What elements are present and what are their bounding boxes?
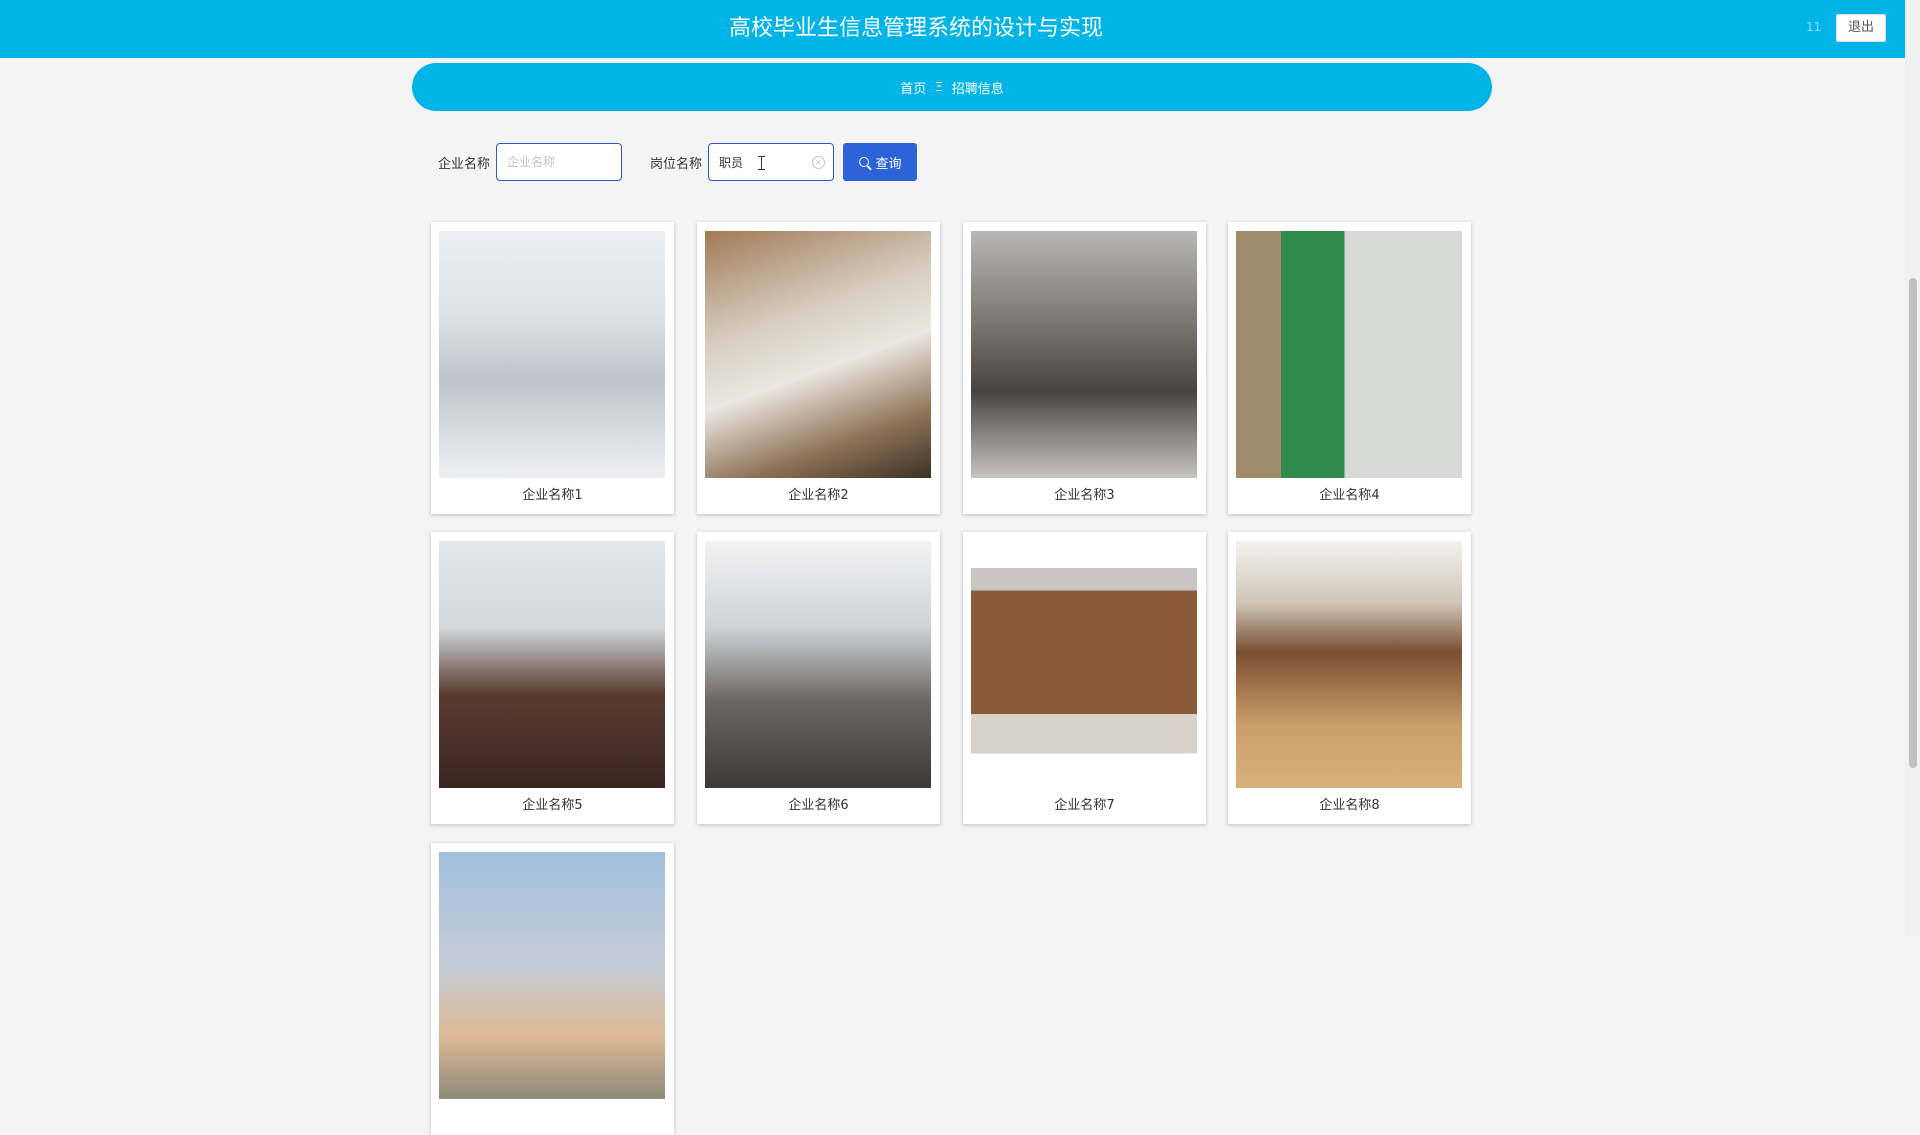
- top-header: 高校毕业生信息管理系统的设计与实现 11 退出: [0, 0, 1905, 58]
- scrollbar-thumb[interactable]: [1909, 278, 1917, 768]
- company-photo: [705, 231, 931, 478]
- company-name[interactable]: 企业名称5: [431, 794, 674, 813]
- site-title: 高校毕业生信息管理系统的设计与实现: [728, 16, 1103, 41]
- company-name[interactable]: 企业名称3: [963, 484, 1206, 503]
- company-photo: [971, 541, 1197, 788]
- breadcrumb-current: 招聘信息: [951, 81, 1004, 97]
- search-icon: [858, 157, 869, 167]
- company-card[interactable]: 企业名称8: [1228, 532, 1471, 824]
- clear-icon[interactable]: ✕: [812, 156, 826, 169]
- text-cursor-icon: [758, 156, 766, 170]
- company-photo: [439, 852, 665, 1099]
- company-card[interactable]: 企业名称5: [431, 532, 674, 824]
- company-name[interactable]: 企业名称2: [697, 484, 940, 503]
- company-photo: [439, 541, 665, 788]
- company-name-field[interactable]: [496, 143, 623, 181]
- company-name[interactable]: 企业名称6: [697, 794, 940, 813]
- search-bar: 企业名称 岗位名称 ✕ 查询: [438, 143, 918, 181]
- company-name[interactable]: 企业名称1: [431, 484, 674, 503]
- company-card[interactable]: 企业名称1: [431, 222, 674, 514]
- breadcrumb-home[interactable]: 首页: [900, 78, 926, 97]
- vertical-scrollbar[interactable]: [1905, 0, 1920, 936]
- company-photo: [971, 231, 1197, 478]
- company-card[interactable]: 企业名称6: [697, 532, 940, 824]
- query-button[interactable]: 查询: [843, 143, 918, 181]
- company-name-label: 企业名称: [438, 156, 491, 172]
- breadcrumb-separator-icon: Ξ: [935, 80, 943, 94]
- company-photo: [1236, 231, 1462, 478]
- breadcrumb: 首页 Ξ 招聘信息: [412, 63, 1492, 111]
- company-card[interactable]: [431, 843, 674, 1135]
- company-card[interactable]: 企业名称4: [1228, 222, 1471, 514]
- company-card[interactable]: 企业名称3: [963, 222, 1206, 514]
- company-name-input[interactable]: [497, 144, 622, 180]
- company-name[interactable]: 企业名称8: [1228, 794, 1471, 813]
- company-photo: [705, 541, 931, 788]
- position-name-label: 岗位名称: [650, 156, 703, 172]
- company-name[interactable]: 企业名称7: [963, 794, 1206, 813]
- company-photo: [1236, 541, 1462, 788]
- company-name[interactable]: 企业名称4: [1228, 484, 1471, 503]
- company-card[interactable]: 企业名称2: [697, 222, 940, 514]
- logout-button[interactable]: 退出: [1836, 14, 1886, 42]
- username: 11: [1806, 20, 1822, 34]
- company-photo: [439, 231, 665, 478]
- query-button-label: 查询: [875, 156, 902, 172]
- position-name-field[interactable]: ✕: [708, 143, 835, 181]
- company-card[interactable]: 企业名称7: [963, 532, 1206, 824]
